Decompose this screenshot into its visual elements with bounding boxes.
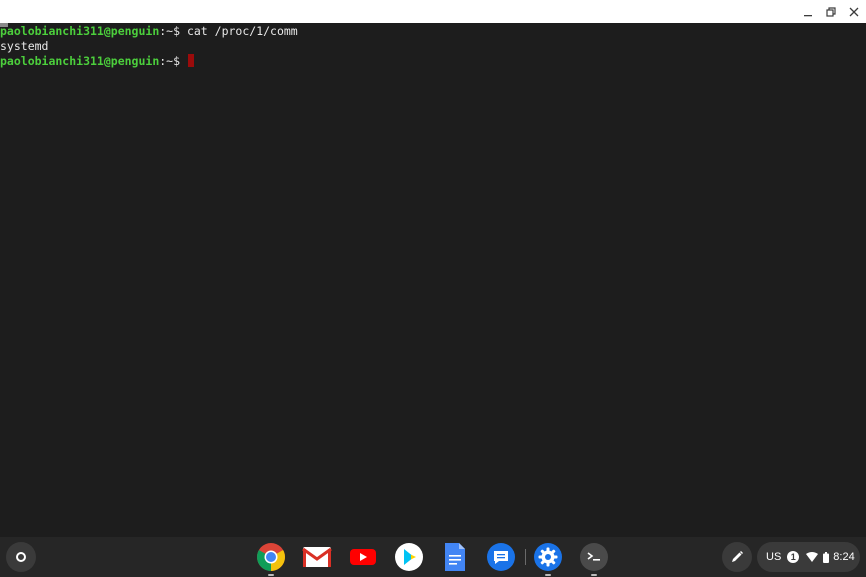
settings-icon	[534, 543, 562, 571]
prompt-separator: :~$	[159, 24, 187, 38]
terminal-view[interactable]: paolobianchi311@penguin:~$ cat /proc/1/c…	[0, 23, 866, 537]
prompt-separator: :~$	[159, 54, 187, 68]
close-icon	[849, 7, 859, 16]
close-button[interactable]	[843, 2, 865, 21]
restore-icon	[826, 6, 836, 17]
stylus-icon	[732, 551, 743, 562]
youtube-app-button[interactable]	[347, 541, 379, 573]
minimize-icon	[804, 14, 812, 16]
maximize-button[interactable]	[820, 2, 842, 21]
settings-app-button[interactable]	[532, 541, 564, 576]
battery-icon	[823, 551, 830, 563]
chrome-icon	[257, 543, 285, 571]
messages-icon	[487, 543, 515, 571]
window-title-bar	[0, 0, 866, 23]
status-tray[interactable]: US 1 8:24	[757, 542, 860, 572]
launcher-button[interactable]	[6, 542, 36, 572]
messages-app-button[interactable]	[485, 541, 517, 573]
prompt-user: paolobianchi311@penguin	[0, 24, 160, 38]
scrollbar-corner-mark	[0, 23, 8, 27]
command-text: cat /proc/1/comm	[186, 24, 298, 38]
ime-indicator: US	[766, 551, 782, 563]
notification-badge: 1	[787, 551, 800, 563]
terminal-icon	[580, 543, 608, 571]
running-indicator	[545, 574, 551, 576]
wifi-icon	[806, 552, 819, 562]
terminal-app-button[interactable]	[578, 541, 610, 576]
docs-app-button[interactable]	[439, 541, 471, 573]
terminal-line: paolobianchi311@penguin:~$ cat /proc/1/c…	[0, 24, 866, 39]
youtube-icon	[350, 549, 376, 565]
launcher-icon	[16, 552, 26, 562]
chrome-app-button[interactable]	[255, 541, 287, 576]
command-output: systemd	[0, 39, 49, 53]
gmail-icon	[302, 547, 332, 567]
stylus-tools-button[interactable]	[722, 542, 752, 572]
terminal-line: paolobianchi311@penguin:~$	[0, 54, 866, 69]
play-store-app-button[interactable]	[393, 541, 425, 573]
running-indicator	[591, 574, 597, 576]
play-store-icon	[395, 543, 423, 571]
shelf: US 1 8:24	[0, 537, 866, 577]
minimize-button[interactable]	[797, 2, 819, 21]
clock-time: 8:24	[833, 551, 855, 563]
running-indicator	[268, 574, 274, 576]
docs-icon	[445, 543, 465, 571]
terminal-line: systemd	[0, 39, 866, 54]
gmail-app-button[interactable]	[301, 541, 333, 573]
prompt-user: paolobianchi311@penguin	[0, 54, 160, 68]
terminal-cursor	[187, 54, 194, 67]
shelf-separator	[525, 549, 526, 565]
